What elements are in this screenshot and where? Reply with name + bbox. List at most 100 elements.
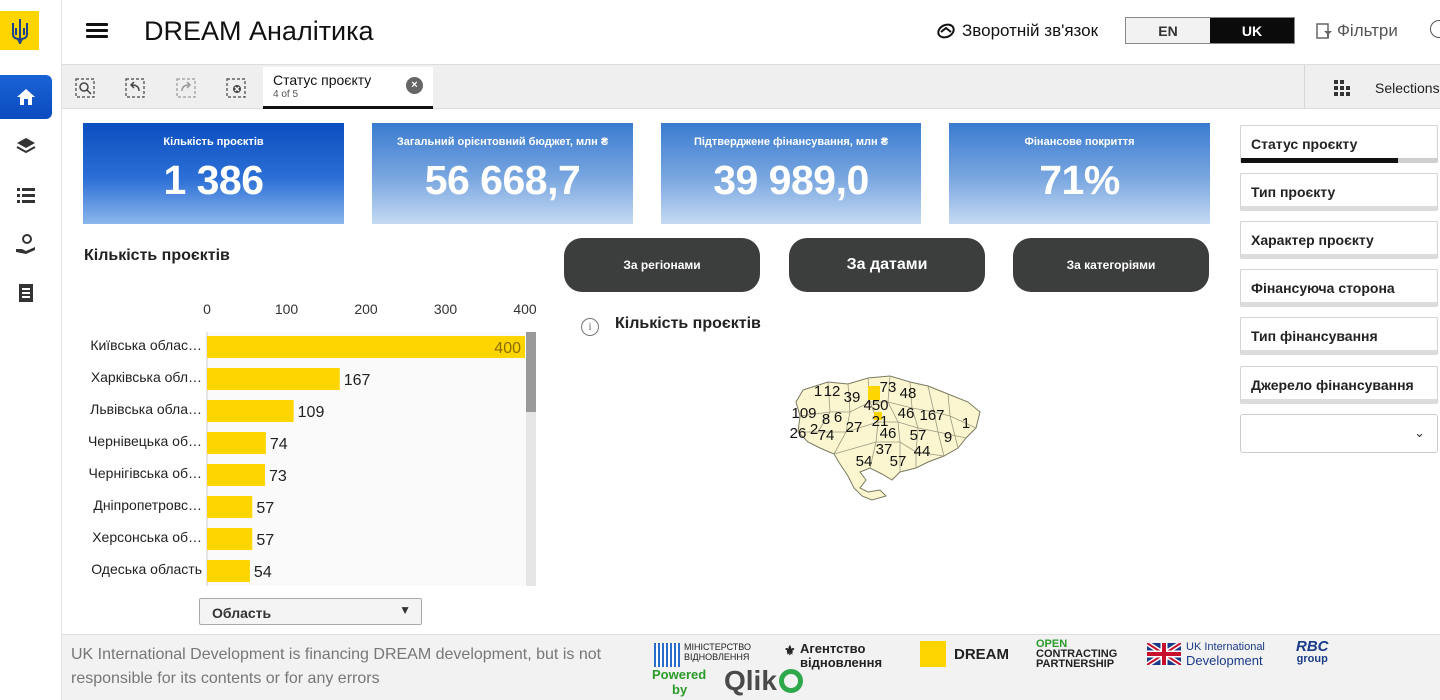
- grid-icon: [1334, 80, 1350, 96]
- selection-tab-status[interactable]: Статус проєкту 4 of 5 ×: [263, 67, 433, 109]
- value-label: 57: [256, 500, 274, 517]
- ministry-text-1: МІНІСТЕРСТВО: [684, 642, 752, 652]
- dream-logo: DREAM: [920, 641, 1010, 667]
- clear-selections-icon[interactable]: [225, 77, 247, 99]
- info-icon[interactable]: [1430, 20, 1440, 38]
- hamburger-menu-button[interactable]: [86, 20, 108, 42]
- menu-bar: [86, 23, 108, 26]
- kpi-title: Фінансове покриття: [1024, 136, 1135, 148]
- selection-toolbar: Статус проєкту 4 of 5 × Selections: [62, 64, 1440, 109]
- kpi-value: 56 668,7: [424, 157, 581, 203]
- info-icon[interactable]: i: [581, 318, 599, 336]
- filter-project-type[interactable]: Тип проєкту: [1240, 173, 1438, 211]
- kpi-title: Кількість проєктів: [163, 136, 264, 148]
- agency-text-1: Агентство: [800, 641, 866, 656]
- filter-project-character[interactable]: Характер проєкту: [1240, 221, 1438, 259]
- by-categories-button[interactable]: За категоріями: [1013, 238, 1209, 292]
- map-region-value: 74: [818, 427, 835, 444]
- kpi-financial-coverage: Фінансове покриття 71%: [949, 123, 1210, 224]
- step-forward-icon[interactable]: [175, 77, 197, 99]
- filter-label: Характер проєкту: [1251, 232, 1374, 248]
- chevron-down-icon: ⌄: [1414, 425, 1425, 440]
- uk-id-text-1: UK International: [1186, 641, 1265, 653]
- scrollbar-thumb[interactable]: [526, 332, 536, 412]
- filter-funding-source[interactable]: Джерело фінансування: [1240, 366, 1438, 404]
- ministry-stripes: [654, 643, 680, 667]
- value-label: 109: [298, 404, 325, 421]
- selection-tab-count: 4 of 5: [273, 89, 299, 100]
- ukraine-map[interactable]: 1 12 39 45073 48109 8 6 21 46 16726 2 74 27 46 57 9137 4…: [788, 372, 988, 502]
- map-region-value: 48: [900, 385, 917, 402]
- category-label: Херсонська об…: [92, 529, 202, 545]
- map-region-value: 57: [890, 453, 907, 470]
- value-label: 73: [269, 468, 287, 485]
- more-filters-dropdown[interactable]: ⌄: [1240, 414, 1438, 453]
- filters-button[interactable]: Фільтри: [1315, 21, 1398, 41]
- footer-disclaimer: UK International Development is financin…: [71, 646, 602, 687]
- filter-funding-party[interactable]: Фінансуюча сторона: [1240, 269, 1438, 307]
- lang-uk-button[interactable]: UK: [1210, 18, 1294, 43]
- category-label: Одеська область: [91, 561, 202, 577]
- step-back-icon[interactable]: [124, 77, 146, 99]
- dream-logo-mark: [920, 641, 946, 667]
- filter-icon: [1316, 23, 1332, 39]
- filter-selection-bar: [1241, 399, 1437, 404]
- filter-selection-bar: [1241, 350, 1437, 355]
- map-title: Кількість проєктів: [615, 315, 761, 332]
- dimension-select[interactable]: Область ▼: [199, 598, 422, 625]
- x-tick-label: 300: [434, 301, 458, 317]
- bar: [207, 464, 266, 486]
- layers-nav[interactable]: [0, 124, 52, 168]
- filter-label: Джерело фінансування: [1251, 377, 1414, 393]
- home-icon: [17, 89, 35, 105]
- bar-chart[interactable]: 0 100 200 300 400 Київська облас… 400 Харківськ…: [70, 290, 540, 590]
- map-region-value: 8: [822, 411, 830, 428]
- filter-label: Тип проєкту: [1251, 184, 1336, 200]
- bar: [207, 432, 266, 454]
- kpi-value: 71%: [1039, 157, 1120, 203]
- selection-tab-title: Статус проєкту: [273, 72, 372, 88]
- menu-bar: [86, 35, 108, 38]
- funding-nav[interactable]: [0, 222, 52, 266]
- trident-logo[interactable]: [0, 11, 39, 50]
- caret-down-icon: ▼: [399, 603, 411, 617]
- layers-icon: [16, 138, 36, 154]
- bar: [207, 528, 253, 550]
- selections-tool[interactable]: Selections: [1304, 65, 1440, 109]
- by-dates-button[interactable]: За датами: [789, 238, 985, 292]
- handshake-icon: [937, 23, 955, 39]
- filter-project-status[interactable]: Статус проєкту: [1240, 125, 1438, 163]
- smart-search-icon[interactable]: [74, 77, 96, 99]
- by-regions-button[interactable]: За регіонами: [564, 238, 760, 292]
- lang-en-button[interactable]: EN: [1126, 18, 1210, 43]
- bar: [207, 400, 294, 422]
- map-region-value: 1: [814, 383, 822, 400]
- filter-funding-type[interactable]: Тип фінансування: [1240, 317, 1438, 355]
- kpi-title: Підтверджене фінансування, млн ₴: [693, 136, 889, 148]
- app-header: DREAM Аналітика Зворотній зв'язок EN UK …: [62, 0, 1440, 64]
- rbc-logo: RBC group: [1296, 639, 1329, 665]
- footer: UK International Development is financin…: [62, 634, 1440, 700]
- map-region-value: 39: [844, 389, 861, 406]
- language-switch[interactable]: EN UK: [1125, 17, 1295, 44]
- map-region-value: 44: [914, 443, 931, 460]
- receipt-icon: [19, 284, 33, 302]
- receipt-nav[interactable]: [0, 271, 52, 315]
- trident-icon: [11, 18, 28, 44]
- value-label: 54: [254, 564, 272, 581]
- category-label: Харківська обл…: [91, 369, 202, 385]
- value-label: 74: [270, 436, 288, 453]
- category-label: Дніпропетровс…: [93, 497, 202, 513]
- close-icon[interactable]: ×: [406, 77, 423, 94]
- qlik-circle-icon: [778, 669, 803, 693]
- list-nav[interactable]: [0, 173, 52, 217]
- map-region-value: 27: [846, 419, 863, 436]
- filters-label: Фільтри: [1337, 21, 1398, 40]
- dimension-select-label: Область: [212, 605, 272, 621]
- home-nav[interactable]: [0, 75, 52, 119]
- ocp-logo: OPEN CONTRACTING PARTNERSHIP: [1036, 639, 1117, 670]
- feedback-link[interactable]: Зворотній зв'язок: [936, 21, 1098, 41]
- map-region-value: 54: [856, 453, 873, 470]
- x-tick-label: 100: [275, 301, 299, 317]
- map-region-value: 167: [919, 407, 944, 424]
